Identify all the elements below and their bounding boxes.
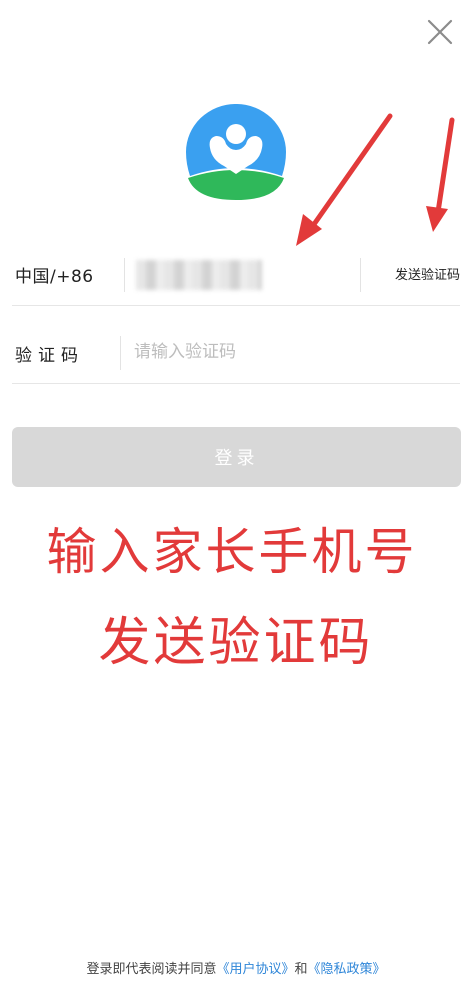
phone-input[interactable] bbox=[126, 252, 346, 296]
phone-row: 中国/+86 发送验证码 bbox=[12, 244, 460, 306]
country-code-selector[interactable]: 中国/+86 bbox=[15, 262, 94, 287]
code-input[interactable] bbox=[128, 330, 448, 374]
code-label: 验证码 bbox=[15, 346, 84, 366]
close-button[interactable] bbox=[424, 16, 456, 48]
divider bbox=[124, 258, 125, 292]
divider bbox=[120, 336, 121, 370]
agreement-footer: 登录即代表阅读并同意《用户协议》和《隐私政策》 bbox=[0, 958, 472, 977]
user-agreement-link[interactable]: 《用户协议》 bbox=[216, 962, 294, 977]
arrow-to-phone-input bbox=[296, 113, 393, 246]
arrow-to-send-code bbox=[426, 117, 455, 232]
send-code-button[interactable]: 发送验证码 bbox=[395, 264, 460, 283]
code-row: 验证码 bbox=[12, 322, 460, 384]
annotation-line-2: 发送验证码 bbox=[98, 613, 374, 673]
login-button[interactable]: 登录 bbox=[12, 427, 461, 487]
app-logo bbox=[180, 103, 292, 200]
divider bbox=[360, 258, 361, 292]
annotation-line-1: 输入家长手机号 bbox=[46, 523, 418, 581]
close-icon bbox=[427, 19, 453, 45]
privacy-policy-link[interactable]: 《隐私政策》 bbox=[308, 962, 386, 977]
login-screen: 中国/+86 发送验证码 验证码 登录 输入家长手机号 发送验证码 登录即代表阅… bbox=[0, 0, 472, 983]
agreement-conjunction: 和 bbox=[294, 962, 308, 977]
agreement-prefix: 登录即代表阅读并同意 bbox=[86, 962, 217, 977]
app-logo-icon bbox=[186, 103, 286, 200]
